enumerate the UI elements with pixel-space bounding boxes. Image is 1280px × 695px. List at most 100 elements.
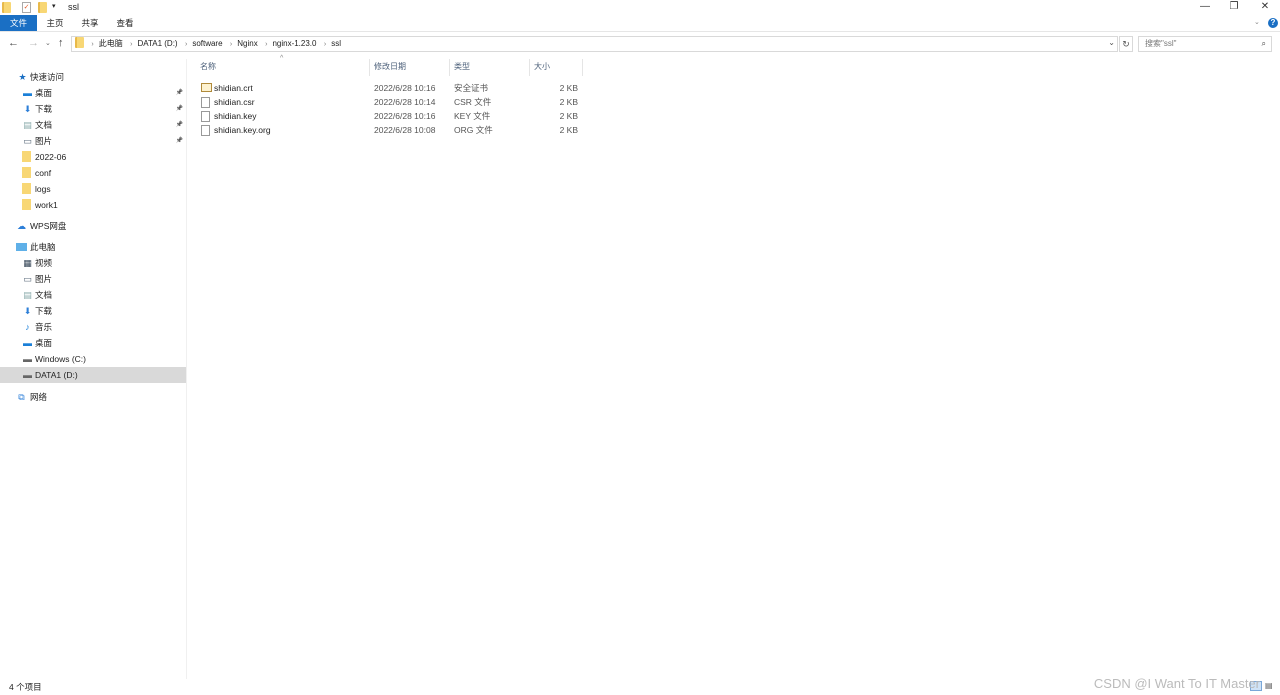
recent-locations-button[interactable]: ⌄ <box>45 39 51 47</box>
drive-icon: ▬ <box>23 354 32 364</box>
sidebar-item-label: logs <box>35 184 51 194</box>
sidebar-item-[interactable]: ▤ 文档 <box>0 287 186 303</box>
folder-icon <box>22 183 31 194</box>
sidebar-item-label: 桌面 <box>35 338 53 348</box>
breadcrumb-nginx-version[interactable]: nginx-1.23.0 <box>272 37 316 51</box>
properties-icon[interactable]: ✓ <box>22 2 31 13</box>
minimize-button[interactable]: — <box>1190 0 1220 15</box>
breadcrumb-nginx[interactable]: Nginx <box>237 37 257 51</box>
download-icon: ⬇ <box>23 104 32 114</box>
sidebar-item-[interactable]: ⬇ 下载 <box>0 303 186 319</box>
sidebar-item-label: Windows (C:) <box>35 354 87 364</box>
close-button[interactable]: ✕ <box>1250 0 1280 15</box>
chevron-right-icon: › <box>323 41 327 48</box>
sidebar-item-[interactable]: ▬ 桌面 📌 <box>0 85 186 101</box>
back-button[interactable]: ← <box>8 37 19 49</box>
tab-file[interactable]: 文件 <box>0 15 37 31</box>
document-icon: ▤ <box>23 120 32 130</box>
certificate-icon <box>201 83 212 92</box>
pin-icon[interactable]: 📌 <box>176 117 183 133</box>
sidebar-item-[interactable]: ▭ 图片 <box>0 271 186 287</box>
ribbon: 文件 主页 共享 查看 ⌄ ? <box>0 15 1280 32</box>
watermark: CSDN @I Want To IT Master <box>1093 676 1260 691</box>
address-dropdown-icon[interactable]: ⌄ <box>1108 38 1115 47</box>
folder-icon <box>22 167 31 178</box>
star-icon: ★ <box>18 72 27 82</box>
sidebar-item-data1-d[interactable]: ▬ DATA1 (D:) <box>0 367 186 383</box>
sidebar-item-[interactable]: ⬇ 下载 📌 <box>0 101 186 117</box>
tab-view[interactable]: 查看 <box>110 15 140 31</box>
sidebar-item-label: 文档 <box>35 290 53 300</box>
pin-icon[interactable]: 📌 <box>176 133 183 149</box>
forward-button[interactable]: → <box>28 37 39 49</box>
file-type: 安全证书 <box>454 83 489 93</box>
new-folder-icon[interactable] <box>38 2 47 13</box>
breadcrumb-data1[interactable]: DATA1 (D:) <box>137 37 177 51</box>
column-header-size[interactable]: 大小 <box>530 59 583 76</box>
music-icon: ♪ <box>25 322 30 332</box>
address-bar[interactable]: › 此电脑 › DATA1 (D:) › software › Nginx › nginx… <box>71 36 1118 52</box>
sidebar-item-2022-06[interactable]: 2022-06 <box>0 149 186 165</box>
help-icon[interactable]: ? <box>1268 18 1278 28</box>
network-icon: ⧉ <box>18 392 25 402</box>
tab-home[interactable]: 主页 <box>40 15 70 31</box>
file-row[interactable]: shidian.key 2022/6/28 10:16 KEY 文件 2 KB <box>198 109 583 123</box>
sidebar-item-[interactable]: ▦ 视频 <box>0 255 186 271</box>
sidebar-item-[interactable]: ▬ 桌面 <box>0 335 186 351</box>
sidebar-item-[interactable]: ▤ 文档 📌 <box>0 117 186 133</box>
file-icon <box>201 111 210 122</box>
sidebar-item-[interactable]: ▭ 图片 📌 <box>0 133 186 149</box>
chevron-right-icon: › <box>229 41 233 48</box>
large-icons-view-button[interactable]: ▤ <box>1265 681 1273 690</box>
sidebar-item-label: 音乐 <box>35 322 53 332</box>
breadcrumb-software[interactable]: software <box>192 37 222 51</box>
file-row[interactable]: shidian.crt 2022/6/28 10:16 安全证书 2 KB <box>198 81 583 95</box>
sidebar-item-windows-c[interactable]: ▬ Windows (C:) <box>0 351 186 367</box>
file-size: 2 KB <box>559 97 578 107</box>
file-row[interactable]: shidian.csr 2022/6/28 10:14 CSR 文件 2 KB <box>198 95 583 109</box>
sidebar-item-label: 图片 <box>35 136 53 146</box>
desktop-icon: ▬ <box>23 88 32 98</box>
file-row[interactable]: shidian.key.org 2022/6/28 10:08 ORG 文件 2 KB <box>198 123 583 137</box>
sidebar-quick-access[interactable]: ★ 快速访问 <box>0 69 186 85</box>
expand-ribbon-icon[interactable]: ⌄ <box>1254 18 1260 26</box>
search-input[interactable]: 搜索"ssl" ⌕ <box>1138 36 1272 52</box>
breadcrumb-this-pc[interactable]: 此电脑 <box>99 37 123 51</box>
pin-icon[interactable]: 📌 <box>176 85 183 101</box>
up-button[interactable]: ↑ <box>58 37 64 49</box>
file-date: 2022/6/28 10:16 <box>374 83 436 93</box>
folder-icon <box>22 151 31 162</box>
sidebar-item-label: 下载 <box>35 306 53 316</box>
folder-icon <box>2 2 11 13</box>
column-header-type[interactable]: 类型 <box>450 59 530 76</box>
drive-icon: ▬ <box>23 370 32 380</box>
file-size: 2 KB <box>559 125 578 135</box>
sidebar-network[interactable]: ⧉ 网络 <box>0 389 186 405</box>
document-icon: ▤ <box>23 290 32 300</box>
sidebar-item-logs[interactable]: logs <box>0 181 186 197</box>
picture-icon: ▭ <box>23 136 32 146</box>
sidebar-this-pc[interactable]: 此电脑 <box>0 239 186 255</box>
refresh-button[interactable]: ↻ <box>1119 36 1133 52</box>
chevron-right-icon: › <box>265 41 268 48</box>
breadcrumb-ssl[interactable]: ssl <box>331 37 341 51</box>
search-icon[interactable]: ⌕ <box>1262 37 1266 51</box>
sidebar-item-label: DATA1 (D:) <box>35 370 78 380</box>
sidebar-item-work1[interactable]: work1 <box>0 197 186 213</box>
restore-button[interactable]: ❐ <box>1219 0 1249 15</box>
file-name: shidian.key.org <box>214 125 271 135</box>
pin-icon[interactable]: 📌 <box>176 101 183 117</box>
video-icon: ▦ <box>23 258 32 268</box>
sidebar-item-[interactable]: ♪ 音乐 <box>0 319 186 335</box>
folder-icon <box>22 199 31 210</box>
sidebar-item-label: 桌面 <box>35 88 53 98</box>
chevron-right-icon: › <box>130 41 133 48</box>
sidebar-wps[interactable]: ☁ WPS网盘 <box>0 218 186 234</box>
column-header-date[interactable]: 修改日期 <box>370 59 450 76</box>
sidebar-item-conf[interactable]: conf <box>0 165 186 181</box>
computer-icon <box>16 243 27 251</box>
column-header-name[interactable]: 名称 <box>196 59 370 76</box>
customize-toolbar-icon[interactable]: ▾ <box>52 2 56 10</box>
tab-share[interactable]: 共享 <box>75 15 105 31</box>
download-icon: ⬇ <box>23 306 32 316</box>
